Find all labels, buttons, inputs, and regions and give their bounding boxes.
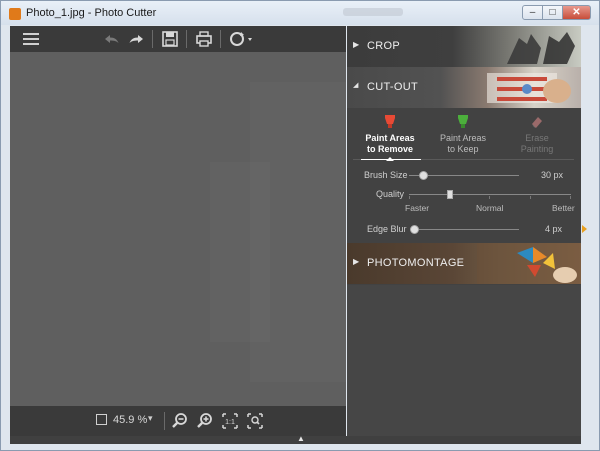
rotate-icon[interactable] <box>227 29 255 49</box>
photomontage-section-header[interactable]: ▶ PHOTOMONTAGE <box>347 243 581 284</box>
toolbar-separator <box>152 30 153 48</box>
main-toolbar <box>10 26 346 52</box>
zoom-preview-icon <box>96 414 107 425</box>
crop-header-image <box>507 32 575 64</box>
quality-tick <box>409 196 410 199</box>
crop-label: CROP <box>367 40 400 52</box>
edge-blur-value: 4 px <box>545 224 563 234</box>
status-bar: 45.9 % ▾ 1:1 <box>10 406 346 436</box>
bottom-strip <box>10 436 581 444</box>
panel-collapse-handle[interactable] <box>582 225 587 233</box>
brush-size-label: Brush Size <box>364 170 408 180</box>
cutout-label: CUT-OUT <box>367 81 418 93</box>
green-brush-icon <box>456 115 470 129</box>
quality-tick <box>570 196 571 199</box>
expand-up-arrow-icon[interactable]: ▲ <box>297 434 305 443</box>
zoom-in-icon[interactable] <box>195 411 215 431</box>
zoom-dropdown-caret[interactable]: ▾ <box>148 413 153 424</box>
paint-remove-tool[interactable]: Paint Areas to Remove <box>360 115 420 155</box>
hamburger-menu-icon[interactable] <box>20 29 42 49</box>
quality-label: Quality <box>376 189 405 199</box>
photomontage-expand-icon: ▶ <box>353 257 360 266</box>
crop-section-header[interactable]: ▶ CROP <box>347 26 581 67</box>
print-icon[interactable] <box>193 29 215 49</box>
zoom-value[interactable]: 45.9 % <box>113 414 147 426</box>
photomontage-label: PHOTOMONTAGE <box>367 257 465 269</box>
brush-size-value: 30 px <box>541 170 564 180</box>
panel-empty-area <box>347 285 581 436</box>
title-bar: Photo_1.jpg - Photo Cutter – □ ✕ <box>1 1 599 25</box>
maximize-button[interactable]: □ <box>542 5 563 20</box>
save-icon[interactable] <box>159 29 181 49</box>
workspace: 45.9 % ▾ 1:1 <box>10 26 346 436</box>
edge-blur-label: Edge Blur <box>367 224 407 234</box>
redo-icon[interactable] <box>125 29 147 49</box>
paint-remove-label-1: Paint Areas <box>365 133 415 143</box>
cutout-tools-panel: Paint Areas to Remove Paint Areas to Keep … <box>347 108 581 243</box>
edge-blur-thumb[interactable] <box>410 225 419 234</box>
edge-blur-track[interactable] <box>411 229 519 230</box>
paint-keep-label-1: Paint Areas <box>439 133 487 143</box>
erase-label-2: Painting <box>520 144 554 154</box>
erase-painting-tool[interactable]: Erase Painting <box>507 115 567 155</box>
quality-normal-label: Normal <box>476 203 504 213</box>
close-button[interactable]: ✕ <box>562 5 591 20</box>
eraser-icon <box>530 115 544 129</box>
paint-keep-label-2: to Keep <box>447 144 479 154</box>
undo-icon[interactable] <box>101 29 123 49</box>
crop-expand-icon: ▶ <box>353 40 360 49</box>
window-title: Photo_1.jpg - Photo Cutter <box>26 7 157 19</box>
quality-track[interactable] <box>409 194 571 195</box>
paint-remove-label-2: to Remove <box>366 144 413 154</box>
active-tool-pointer <box>386 157 394 161</box>
quality-thumb[interactable] <box>447 190 453 199</box>
cutout-collapse-icon: ◢ <box>353 82 359 89</box>
minimize-button[interactable]: – <box>522 5 543 20</box>
blurred-title-extra <box>343 8 403 16</box>
quality-tick <box>530 196 531 199</box>
statusbar-separator <box>164 412 165 430</box>
canvas-ghost <box>210 162 270 342</box>
side-panel: ▶ CROP ◢ CUT-OUT Paint Areas to Remove P… <box>347 26 581 436</box>
red-brush-icon <box>383 115 397 129</box>
cutout-header-image <box>487 73 571 103</box>
actual-size-icon[interactable]: 1:1 <box>220 411 240 431</box>
toolbar-separator <box>186 30 187 48</box>
brush-size-thumb[interactable] <box>419 171 428 180</box>
quality-faster-label: Faster <box>405 203 430 213</box>
photomontage-header-image <box>477 243 581 284</box>
image-canvas[interactable] <box>10 52 346 406</box>
erase-label-1: Erase <box>525 133 549 143</box>
zoom-out-icon[interactable] <box>170 411 190 431</box>
cutout-section-header[interactable]: ◢ CUT-OUT <box>347 67 581 108</box>
svg-text:1:1: 1:1 <box>225 419 235 426</box>
paint-keep-tool[interactable]: Paint Areas to Keep <box>433 115 493 155</box>
quality-better-label: Better <box>552 203 575 213</box>
quality-tick <box>489 196 490 199</box>
app-icon <box>9 8 21 20</box>
app-window: Photo_1.jpg - Photo Cutter – □ ✕ 45.9 % … <box>0 0 600 451</box>
fit-to-window-icon[interactable] <box>245 411 265 431</box>
toolbar-separator <box>220 30 221 48</box>
